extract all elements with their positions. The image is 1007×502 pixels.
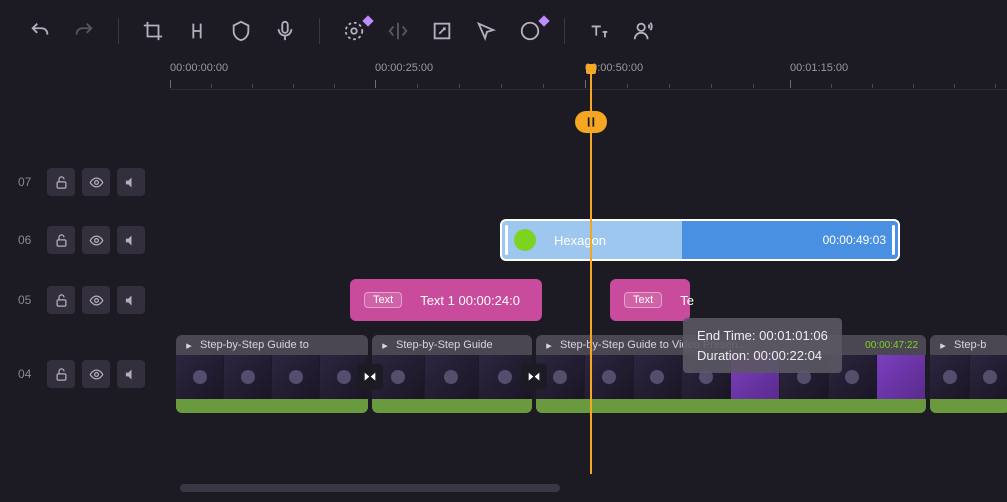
playhead-cap-icon — [586, 64, 596, 74]
clip-duration: 00:00:47:22 — [865, 340, 918, 351]
playhead-marker[interactable] — [575, 111, 607, 133]
track-number: 04 — [18, 367, 40, 381]
clip-title: Step-by-Step Guide to — [200, 339, 309, 351]
auto-button[interactable] — [334, 11, 374, 51]
track-head: 06 — [0, 226, 170, 254]
track-lock-button[interactable] — [47, 360, 75, 388]
clip-duration: 00:00:49:03 — [823, 233, 886, 247]
text-badge: Text — [364, 292, 402, 308]
toolbar-divider — [319, 18, 320, 44]
play-icon: ▸ — [380, 340, 390, 350]
track-visibility-button[interactable] — [82, 168, 110, 196]
track-lock-button[interactable] — [47, 226, 75, 254]
flip-button[interactable] — [378, 11, 418, 51]
tracks-area: 07 06 Hexagon 00:00:49:03 05 — [0, 108, 1007, 418]
video-clip[interactable]: ▸ Step-by-Step Guide — [372, 335, 532, 413]
split-button[interactable] — [177, 11, 217, 51]
play-icon: ▸ — [544, 340, 554, 350]
text-transform-button[interactable] — [579, 11, 619, 51]
tooltip-line: End Time: 00:01:01:06 — [697, 326, 828, 346]
clip-label: Hexagon — [554, 233, 606, 248]
track-row: 04 ▸ Step-by-Step Guide to ▸ Step-by-Step … — [0, 330, 1007, 418]
clip-title: Step-by-Step Guide — [396, 339, 493, 351]
track-visibility-button[interactable] — [82, 226, 110, 254]
mask-button[interactable] — [221, 11, 261, 51]
play-icon: ▸ — [184, 340, 194, 350]
play-icon: ▸ — [938, 340, 948, 350]
clip-resize-handle-right[interactable] — [892, 225, 895, 255]
track-mute-button[interactable] — [117, 286, 145, 314]
track-lock-button[interactable] — [47, 286, 75, 314]
track-mute-button[interactable] — [117, 226, 145, 254]
track-visibility-button[interactable] — [82, 286, 110, 314]
ruler-tick: 00:00:00:00 — [170, 62, 228, 74]
text-clip[interactable]: Text Te — [610, 279, 690, 321]
track-row: 07 — [0, 108, 1007, 210]
speaker-button[interactable] — [623, 11, 663, 51]
color-button[interactable] — [510, 11, 550, 51]
clip-title: Step-b — [954, 339, 986, 351]
video-clip[interactable]: ▸ Step-b — [930, 335, 1007, 413]
toolbar-divider — [118, 18, 119, 44]
track-mute-button[interactable] — [117, 360, 145, 388]
track-visibility-button[interactable] — [82, 360, 110, 388]
transition-icon[interactable] — [357, 364, 383, 390]
ruler-tick: 00:00:25:00 — [375, 62, 433, 74]
transition-icon[interactable] — [521, 364, 547, 390]
toolbar-divider — [564, 18, 565, 44]
scale-button[interactable] — [422, 11, 462, 51]
track-number: 06 — [18, 233, 40, 247]
crop-button[interactable] — [133, 11, 173, 51]
track-number: 07 — [18, 175, 40, 189]
text-clip[interactable]: Text Text 1 00:00:24:0 — [350, 279, 542, 321]
track-row: 06 Hexagon 00:00:49:03 — [0, 210, 1007, 270]
clip-label: Text 1 00:00:24:0 — [420, 293, 520, 308]
track-row: 05 Text Text 1 00:00:24:0 Text Te — [0, 270, 1007, 330]
element-clip-selected[interactable]: Hexagon 00:00:49:03 — [500, 219, 900, 261]
tooltip-line: Duration: 00:00:22:04 — [697, 346, 828, 366]
ruler-tick: 00:01:15:00 — [790, 62, 848, 74]
track-head: 04 — [0, 360, 170, 388]
track-number: 05 — [18, 293, 40, 307]
track-head: 07 — [0, 168, 170, 196]
horizontal-scrollbar[interactable] — [180, 484, 560, 492]
cursor-button[interactable] — [466, 11, 506, 51]
toolbar — [0, 0, 1007, 62]
clip-label: Te — [680, 293, 694, 308]
video-clip[interactable]: ▸ Step-by-Step Guide to — [176, 335, 368, 413]
voiceover-button[interactable] — [265, 11, 305, 51]
track-lock-button[interactable] — [47, 168, 75, 196]
undo-button[interactable] — [20, 11, 60, 51]
redo-button[interactable] — [64, 11, 104, 51]
track-head: 05 — [0, 286, 170, 314]
hexagon-shape-icon — [514, 229, 536, 251]
playhead[interactable] — [590, 64, 592, 474]
track-mute-button[interactable] — [117, 168, 145, 196]
text-badge: Text — [624, 292, 662, 308]
clip-resize-handle-left[interactable] — [505, 225, 508, 255]
tooltip: End Time: 00:01:01:06 Duration: 00:00:22… — [683, 318, 842, 373]
